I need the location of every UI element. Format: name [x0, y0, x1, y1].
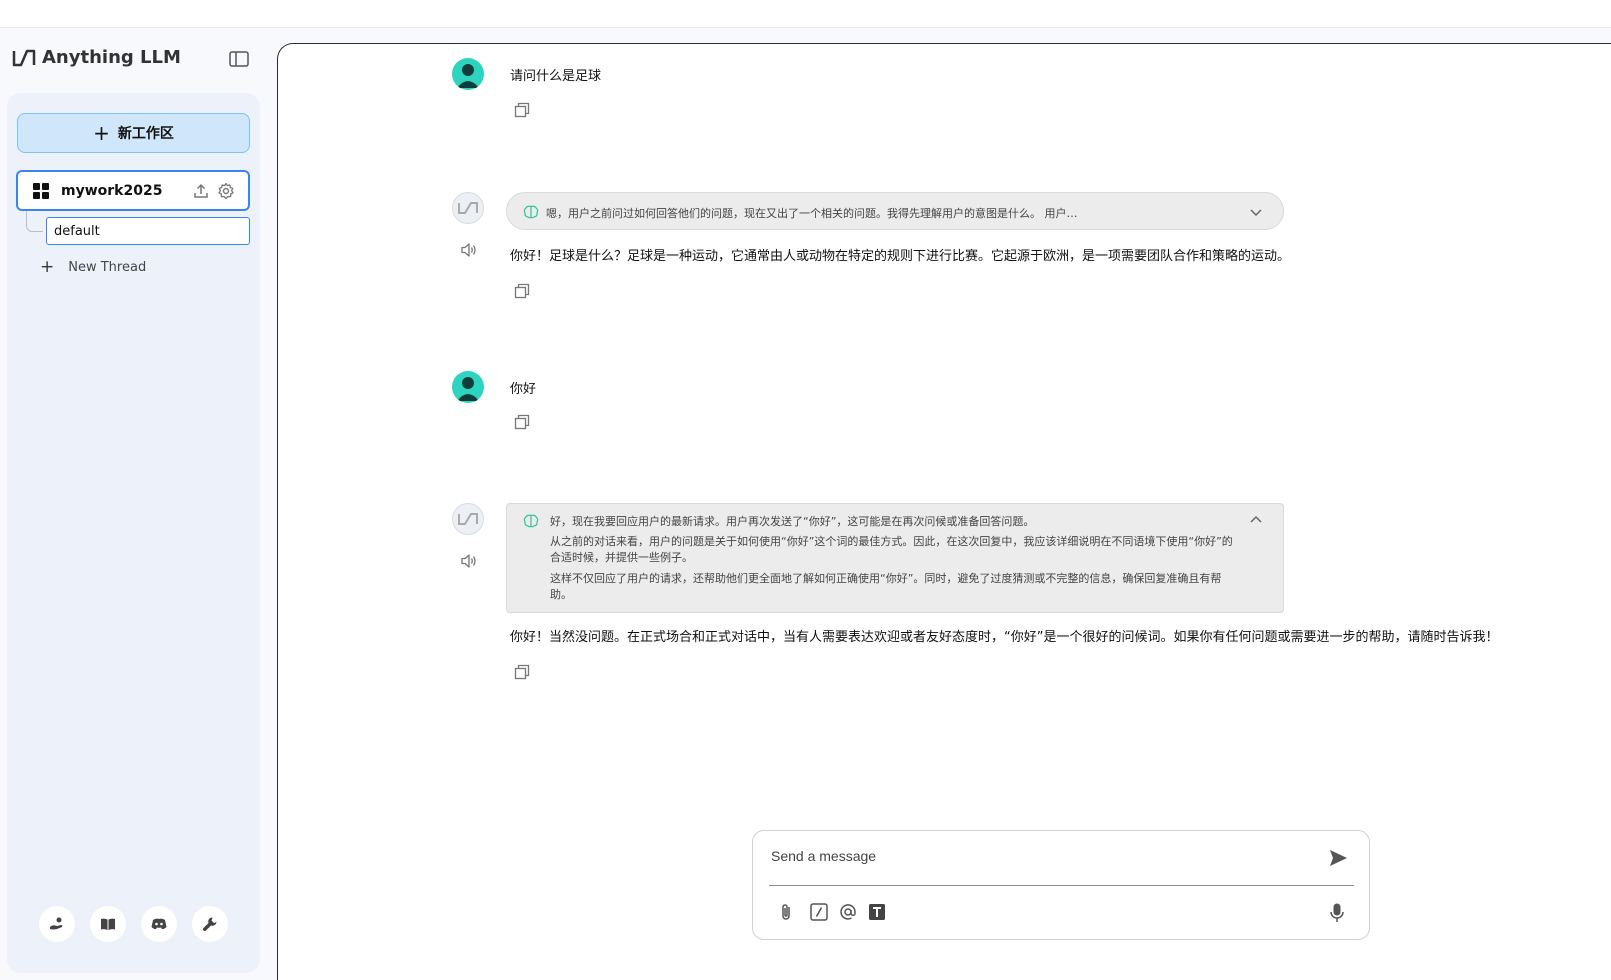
settings-wrench-icon	[202, 917, 217, 932]
speaker-icon[interactable]	[460, 242, 478, 258]
attach-icon	[782, 904, 790, 920]
new-thread-button[interactable]: + New Thread	[40, 257, 146, 277]
text-format-icon	[869, 904, 885, 920]
message-text: 你好	[510, 382, 537, 397]
user-avatar	[452, 58, 484, 90]
app-logo: Anything LLM	[12, 47, 181, 68]
copy-icon[interactable]	[514, 283, 530, 299]
message-text: 你好！当然没问题。在正式场合和正式对话中，当有人需要表达欢迎或者友好态度时，“你…	[510, 630, 1499, 645]
text-format-button[interactable]	[867, 902, 887, 922]
chevron-down-icon[interactable]	[1249, 206, 1263, 218]
mention-at-icon	[840, 904, 856, 920]
user-avatar	[452, 371, 484, 403]
docs-button[interactable]	[90, 906, 126, 942]
thought-block-collapsed[interactable]: 嗯，用户之前问过如何回答他们的问题，现在又出了一个相关的问题。我得先理解用户的意…	[506, 192, 1284, 230]
gear-icon[interactable]	[217, 182, 235, 200]
upload-icon[interactable]	[192, 182, 210, 200]
plus-icon: +	[40, 257, 55, 277]
anything-llm-logo-icon	[12, 49, 36, 66]
copy-icon[interactable]	[514, 414, 530, 430]
mention-button[interactable]	[838, 902, 858, 922]
chevron-up-icon[interactable]	[1249, 514, 1263, 526]
new-workspace-label: 新工作区	[117, 126, 174, 142]
sidebar-thread-default[interactable]: default	[46, 217, 250, 245]
thought-paragraph: 从之前的对话来看，用户的问题是关于如何使用“你好”这个词的最佳方式。因此，在这次…	[550, 535, 1233, 564]
user-avatar-icon	[457, 377, 479, 401]
sidebar-item-workspace[interactable]: mywork2025	[16, 170, 250, 211]
microphone-icon[interactable]	[1327, 902, 1347, 924]
anything-llm-avatar-icon	[458, 202, 478, 214]
brain-icon	[523, 205, 539, 219]
new-workspace-button[interactable]: + 新工作区	[17, 113, 250, 153]
sidebar-toggle-button[interactable]	[227, 48, 249, 68]
message-input[interactable]	[769, 843, 1313, 869]
discord-button[interactable]	[141, 906, 177, 942]
thought-paragraph: 这样不仅回应了用户的请求，还帮助他们更全面地了解如何正确使用“你好”。同时，避免…	[550, 572, 1222, 601]
discord-icon	[151, 918, 167, 930]
sidebar-footer	[39, 906, 228, 942]
workspace-name: mywork2025	[61, 182, 163, 199]
thought-block-expanded[interactable]: 好，现在我要回应用户的最新请求。用户再次发送了“你好”，这可能是在再次问候或准备…	[506, 503, 1284, 613]
sidebar-panel-icon	[229, 51, 249, 67]
plus-icon: +	[93, 121, 110, 145]
attach-button[interactable]	[777, 902, 797, 922]
anything-llm-avatar-icon	[458, 513, 478, 525]
community-button[interactable]	[39, 906, 75, 942]
message-composer	[752, 830, 1370, 940]
assistant-avatar	[452, 503, 484, 535]
thought-paragraph: 好，现在我要回应用户的最新请求。用户再次发送了“你好”，这可能是在再次问候或准备…	[550, 515, 1035, 528]
thread-tree-connector	[26, 211, 43, 232]
user-avatar-icon	[457, 64, 479, 88]
app-name: Anything LLM	[42, 47, 181, 68]
speaker-icon[interactable]	[460, 553, 478, 569]
send-icon[interactable]	[1327, 847, 1349, 869]
brain-icon	[523, 514, 539, 528]
settings-button[interactable]	[192, 906, 228, 942]
docs-book-icon	[101, 918, 115, 930]
slash-command-button[interactable]	[809, 902, 829, 922]
slash-command-icon	[810, 903, 828, 921]
message-text: 你好！足球是什么？足球是一种运动，它通常由人或动物在特定的规则下进行比赛。它起源…	[510, 249, 1291, 264]
community-icon	[50, 917, 63, 930]
workspace-grid-icon	[33, 182, 49, 199]
message-text: 请问什么是足球	[510, 69, 602, 84]
top-bar	[0, 0, 1611, 28]
sidebar: + 新工作区 mywork2025 default + New Thread	[7, 93, 260, 973]
thought-preview-text: 嗯，用户之前问过如何回答他们的问题，现在又出了一个相关的问题。我得先理解用户的意…	[546, 207, 1078, 220]
new-thread-label: New Thread	[68, 259, 147, 275]
composer-divider	[769, 885, 1354, 886]
copy-icon[interactable]	[514, 664, 530, 680]
copy-icon[interactable]	[514, 102, 530, 118]
assistant-avatar	[452, 192, 484, 224]
